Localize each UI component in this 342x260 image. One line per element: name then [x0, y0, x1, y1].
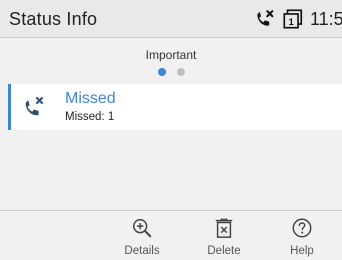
- status-icons: 1 11:59: [254, 7, 342, 31]
- page-header: Important: [0, 39, 342, 83]
- list-empty-area: [0, 130, 342, 210]
- missed-call-icon: [257, 10, 274, 26]
- missed-call-icon: [25, 97, 43, 116]
- details-button[interactable]: Details: [114, 211, 170, 260]
- list-item-subtitle: Missed: 1: [65, 111, 115, 123]
- page-dot-1[interactable]: [157, 68, 166, 76]
- help-icon: [292, 218, 312, 238]
- details-label: Details: [124, 245, 160, 257]
- page-dot-2[interactable]: [176, 68, 185, 76]
- screen-title: Status Info: [9, 9, 98, 29]
- page-label: Important: [145, 48, 197, 62]
- delete-icon: [215, 218, 233, 238]
- delete-button[interactable]: Delete: [196, 211, 252, 260]
- list-item-missed[interactable]: Missed Missed: 1: [8, 84, 342, 130]
- list-item-title: Missed: [65, 90, 116, 107]
- clock: 11:59: [310, 8, 342, 29]
- help-button[interactable]: Help: [274, 211, 330, 260]
- softkey-bar: Details Delete Help: [0, 210, 342, 260]
- zoom-in-icon: [133, 219, 152, 238]
- delete-label: Delete: [207, 245, 241, 257]
- svg-text:1: 1: [289, 17, 294, 27]
- status-info-screen: Status Info 1 11:59 Important Missed: [0, 0, 342, 260]
- page-indicator[interactable]: [0, 68, 342, 76]
- line-status-icon: 1: [283, 9, 303, 29]
- title-bar: Status Info 1 11:59: [0, 0, 342, 38]
- help-label: Help: [290, 245, 314, 257]
